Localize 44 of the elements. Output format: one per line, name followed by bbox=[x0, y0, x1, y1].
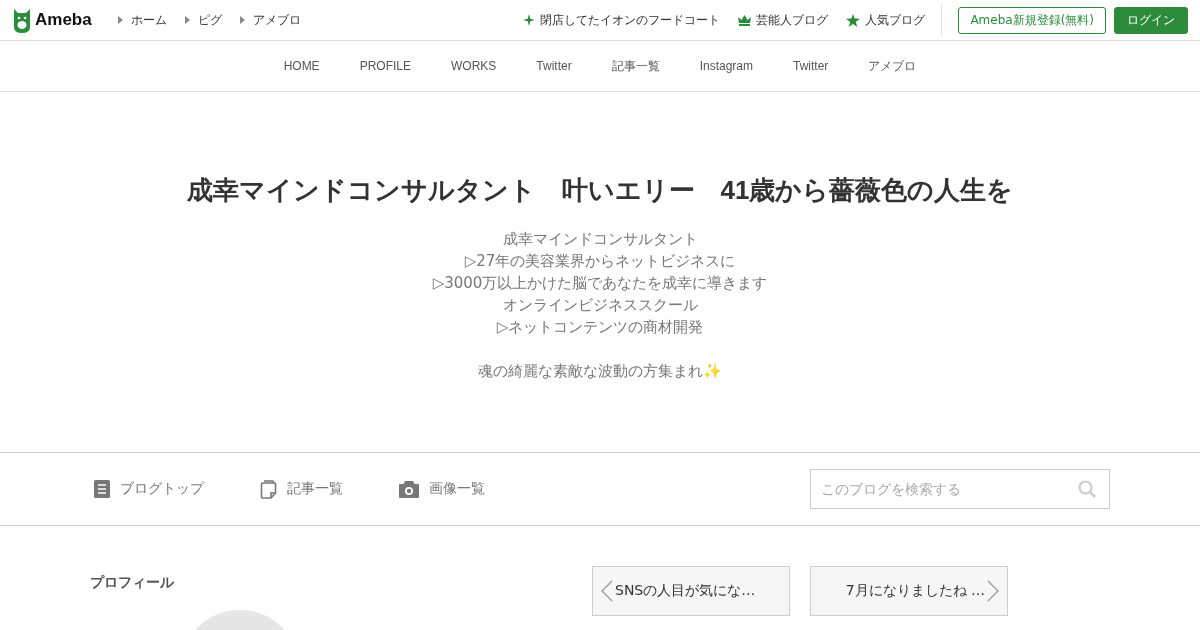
nav-link[interactable]: Twitter bbox=[536, 59, 572, 73]
nav-link[interactable]: HOME bbox=[283, 59, 320, 73]
toolbar-link[interactable]: 記事一覧 bbox=[260, 479, 343, 499]
search-field[interactable]: このブログを検索する bbox=[810, 469, 1110, 509]
description-line: ▷27年の美容業界からネットビジネスに bbox=[464, 251, 736, 272]
triangle-icon bbox=[117, 16, 123, 24]
featured-link[interactable]: 芸能人ブログ bbox=[738, 11, 829, 29]
nav-link[interactable]: 記事一覧 bbox=[611, 57, 660, 75]
crown-icon bbox=[738, 14, 752, 26]
profile-heading: プロフィール bbox=[90, 574, 175, 592]
previous-post-button[interactable]: SNSの人目が気にな… bbox=[592, 566, 790, 616]
featured-link[interactable]: 人気ブログ bbox=[846, 11, 926, 29]
breadcrumb-link[interactable]: ホーム bbox=[117, 11, 167, 29]
breadcrumb-link[interactable]: アメブロ bbox=[239, 11, 301, 29]
description-line: オンラインビジネススクール bbox=[502, 295, 698, 316]
nav-link[interactable]: アメブロ bbox=[868, 57, 917, 75]
description-line: 成幸マインドコンサルタント bbox=[502, 229, 698, 250]
sparkle-icon bbox=[523, 14, 536, 26]
pages-icon bbox=[260, 479, 277, 499]
breadcrumb-link[interactable]: ピグ bbox=[184, 11, 222, 29]
tagline: 魂の綺麗な素敵な波動の方集まれ✨ bbox=[478, 361, 722, 382]
register-button[interactable]: Ameba新規登録(無料) bbox=[958, 6, 1106, 34]
triangle-icon bbox=[239, 16, 245, 24]
next-post-button[interactable]: 7月になりましたね … bbox=[810, 566, 1008, 616]
chevron-left-icon bbox=[601, 580, 613, 602]
camera-icon bbox=[399, 480, 419, 498]
chevron-right-icon bbox=[987, 580, 999, 602]
description-line: ▷3000万以上かけた脳であなたを成幸に導きます bbox=[432, 273, 768, 294]
triangle-icon bbox=[184, 16, 190, 24]
search-icon bbox=[1078, 480, 1096, 498]
document-icon bbox=[94, 480, 110, 498]
toolbar-link[interactable]: 画像一覧 bbox=[399, 480, 485, 498]
nav-link[interactable]: Instagram bbox=[699, 59, 754, 73]
nav-link[interactable]: Twitter bbox=[793, 59, 829, 73]
star-icon bbox=[846, 13, 861, 27]
description-line: ▷ネットコンテンツの商材開発 bbox=[496, 317, 704, 338]
nav-link[interactable]: PROFILE bbox=[359, 59, 411, 73]
logo-text[interactable]: Ameba bbox=[35, 10, 92, 30]
featured-link[interactable]: 閉店してたイオンのフードコート bbox=[523, 11, 721, 29]
logo-icon bbox=[12, 7, 32, 33]
nav-link[interactable]: WORKS bbox=[451, 59, 497, 73]
login-button[interactable]: ログイン bbox=[1114, 6, 1188, 34]
toolbar-link[interactable]: ブログトップ bbox=[94, 480, 204, 498]
blog-title: 成幸マインドコンサルタント 叶いエリー 41歳から薔薇色の人生を bbox=[185, 174, 1015, 207]
